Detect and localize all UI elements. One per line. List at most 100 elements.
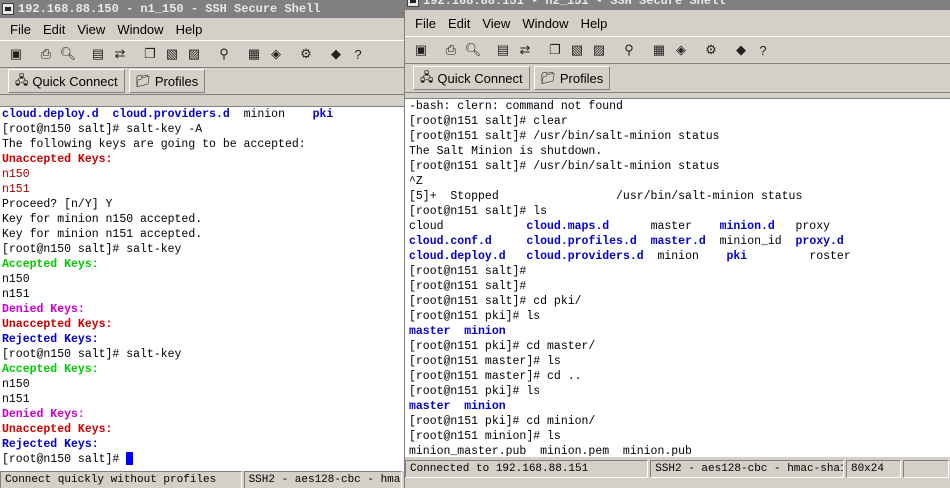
new-terminal-icon[interactable]: ▤	[493, 40, 513, 60]
terminal-text: minion	[643, 250, 727, 263]
settings-icon[interactable]: ▦	[649, 40, 669, 60]
menu-help[interactable]: Help	[170, 22, 209, 37]
window-title-bar[interactable]: 192.168.88.151 - n2_151 - SSH Secure She…	[405, 0, 950, 10]
menu-edit[interactable]: Edit	[37, 22, 71, 37]
status-bar: Connected to 192.168.88.151 SSH2 - aes12…	[405, 456, 950, 481]
print-icon[interactable]: ⎙	[441, 40, 461, 60]
status-hint: Connect quickly without profiles	[0, 471, 242, 488]
new-file-transfer-icon[interactable]: ⇄	[110, 44, 130, 64]
menu-file[interactable]: File	[4, 22, 37, 37]
terminal-text: Rejected Keys:	[2, 438, 99, 451]
terminal-text: minion	[229, 108, 313, 121]
terminal-line: cloud cloud.maps.d master minion.d proxy	[409, 219, 950, 234]
status-bar: Connect quickly without profiles SSH2 - …	[0, 470, 404, 488]
terminal-line: cloud.deploy.d cloud.providers.d minion …	[2, 107, 404, 122]
terminal-text: proxy.d	[795, 235, 844, 248]
menu-bar: File Edit View Window Help	[405, 10, 950, 36]
terminal-line: cloud.deploy.d cloud.providers.d minion …	[409, 249, 950, 264]
terminal-text: minion.d	[719, 220, 775, 233]
quick-connect-icon: 🖧︎	[15, 72, 29, 87]
quick-connect-button[interactable]: 🖧︎ Quick Connect	[413, 66, 530, 90]
quick-connect-button[interactable]: 🖧︎ Quick Connect	[8, 69, 125, 93]
terminal-text: [root@n151 master]# cd ..	[409, 370, 582, 383]
terminal-line: The Salt Minion is shutdown.	[409, 144, 950, 159]
profiles-button[interactable]: 📁︎ Profiles	[128, 69, 206, 93]
copy-icon[interactable]: ❐	[140, 44, 160, 64]
menu-view[interactable]: View	[71, 22, 111, 37]
status-cipher: SSH2 - aes128-cbc - hmac-s	[243, 471, 402, 488]
save-icon[interactable]: ▣	[6, 44, 26, 64]
terminal-line: Unaccepted Keys:	[2, 152, 404, 167]
profile-settings-icon[interactable]: ◈	[671, 40, 691, 60]
print-preview-icon[interactable]: 🔍︎	[58, 44, 78, 64]
terminal-text: n150	[2, 378, 30, 391]
print-preview-icon[interactable]: 🔍︎	[463, 40, 483, 60]
terminal-line: n151	[2, 392, 404, 407]
terminal-text: The following keys are going to be accep…	[2, 138, 306, 151]
terminal-line: [root@n150 salt]# salt-key -A	[2, 122, 404, 137]
paste-special-icon[interactable]: ▨	[589, 40, 609, 60]
profile-settings-icon[interactable]: ◈	[266, 44, 286, 64]
quick-connect-label: Quick Connect	[32, 73, 118, 89]
terminal-line: [root@n151 pki]# ls	[409, 309, 950, 324]
help-icon[interactable]: ?	[753, 40, 773, 60]
menu-window[interactable]: Window	[516, 16, 574, 31]
terminal-output[interactable]: cloud.deploy.d cloud.providers.d minion …	[0, 106, 404, 471]
terminal-text: cloud	[409, 220, 527, 233]
terminal-line: Proceed? [n/Y] Y	[2, 197, 404, 212]
profiles-button[interactable]: 📁︎ Profiles	[533, 66, 611, 90]
copy-icon[interactable]: ❐	[545, 40, 565, 60]
settings-icon[interactable]: ▦	[244, 44, 264, 64]
terminal-text: n151	[2, 288, 30, 301]
find-icon[interactable]: ⚲	[619, 40, 639, 60]
terminal-text: [root@n151 pki]# ls	[409, 310, 541, 323]
print-icon[interactable]: ⎙	[36, 44, 56, 64]
terminal-text: master.d	[650, 235, 706, 248]
toolbar: ▣ ⎙ 🔍︎ ▤ ⇄ ❐ ▧ ▨ ⚲ ▦ ◈ ⚙ ◆ ?	[0, 40, 404, 68]
terminal-line: [root@n151 master]# cd ..	[409, 369, 950, 384]
menu-window[interactable]: Window	[111, 22, 169, 37]
profile-icon[interactable]: ◆	[731, 40, 751, 60]
menu-view[interactable]: View	[476, 16, 516, 31]
paste-special-icon[interactable]: ▨	[184, 44, 204, 64]
terminal-line: Denied Keys:	[2, 302, 404, 317]
terminal-line: [root@n151 pki]# cd minion/	[409, 414, 950, 429]
keys-icon[interactable]: ⚙	[701, 40, 721, 60]
save-icon[interactable]: ▣	[411, 40, 431, 60]
keys-icon[interactable]: ⚙	[296, 44, 316, 64]
terminal-line: -bash: clern: command not found	[409, 99, 950, 114]
terminal-text: n151	[2, 183, 30, 196]
terminal-line: [root@n151 pki]# ls	[409, 384, 950, 399]
terminal-text: [root@n151 minion]# ls	[409, 430, 561, 443]
window-title-bar[interactable]: 192.168.88.150 - n1_150 - SSH Secure She…	[0, 0, 404, 18]
ssh-window-n150: 192.168.88.150 - n1_150 - SSH Secure She…	[0, 0, 404, 488]
terminal-text: [root@n150 salt]# salt-key -A	[2, 123, 203, 136]
new-terminal-icon[interactable]: ▤	[88, 44, 108, 64]
terminal-text: [root@n151 salt]#	[409, 280, 527, 293]
terminal-text: [root@n151 master]# ls	[409, 355, 561, 368]
menu-file[interactable]: File	[409, 16, 442, 31]
help-icon[interactable]: ?	[348, 44, 368, 64]
paste-icon[interactable]: ▧	[567, 40, 587, 60]
find-icon[interactable]: ⚲	[214, 44, 234, 64]
terminal-output[interactable]: -bash: clern: command not found [root@n15…	[405, 98, 950, 457]
quick-connect-label: Quick Connect	[437, 70, 523, 86]
terminal-text: Accepted Keys:	[2, 363, 99, 376]
profile-icon[interactable]: ◆	[326, 44, 346, 64]
terminal-text: cloud.deploy.d	[2, 108, 99, 121]
window-title: 192.168.88.151 - n2_151 - SSH Secure She…	[423, 0, 726, 8]
status-extra	[903, 460, 949, 478]
menu-help[interactable]: Help	[575, 16, 614, 31]
folder-icon: 📁︎	[135, 74, 151, 88]
terminal-text: cloud.conf.d	[409, 235, 492, 248]
terminal-text: ^Z	[409, 175, 423, 188]
new-file-transfer-icon[interactable]: ⇄	[515, 40, 535, 60]
terminal-text: [root@n150 salt]# salt-key	[2, 348, 182, 361]
terminal-line: n150	[2, 167, 404, 182]
terminal-line: [root@n151 salt]#	[409, 279, 950, 294]
terminal-line: cloud.conf.d cloud.profiles.d master.d m…	[409, 234, 950, 249]
paste-icon[interactable]: ▧	[162, 44, 182, 64]
menu-edit[interactable]: Edit	[442, 16, 476, 31]
